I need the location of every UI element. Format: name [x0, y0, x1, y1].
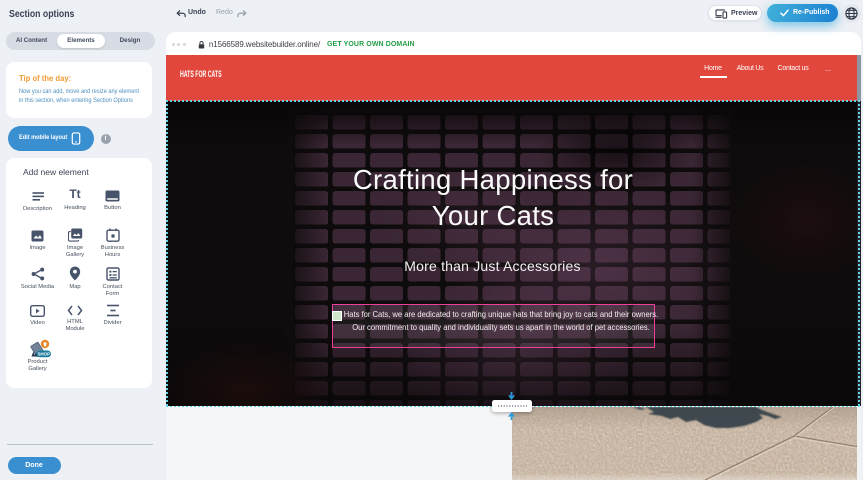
- svg-text:SHOP: SHOP: [37, 352, 50, 357]
